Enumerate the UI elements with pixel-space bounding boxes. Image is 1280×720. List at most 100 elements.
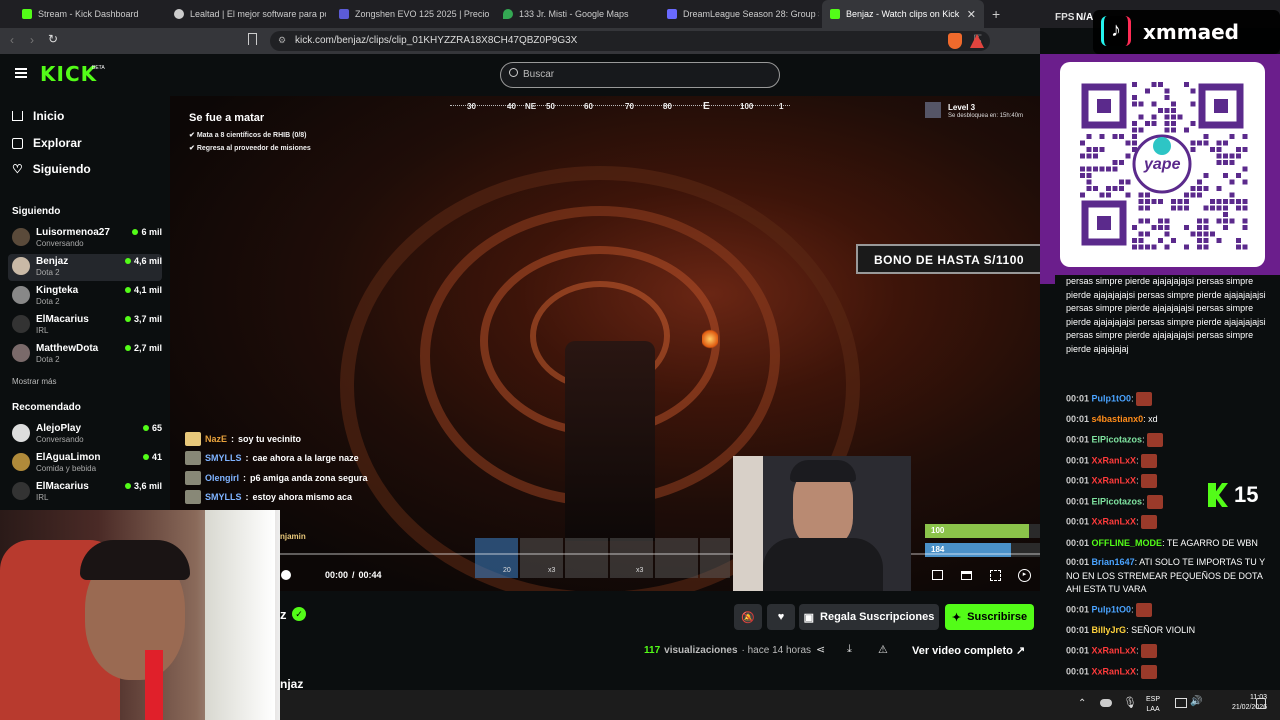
following-channel[interactable]: MatthewDota Dota 2 2,7 mil — [8, 341, 162, 368]
level-badge-icon — [925, 102, 941, 118]
tiktok-overlay: ♪ xmmaed — [1093, 10, 1280, 54]
settings-icon[interactable]: ▸ — [1018, 569, 1031, 582]
chat-username[interactable]: XxRanLxX — [1092, 645, 1137, 655]
tab-title: Lealtad | El mejor software para pote — [190, 9, 326, 19]
viewer-count: 3,7 mil — [124, 314, 162, 324]
microphone — [145, 650, 163, 720]
browser-tab-active[interactable]: Benjaz - Watch clips on Kick ✕ — [822, 0, 984, 28]
tray-chevron-icon[interactable]: ⌃ — [1078, 698, 1086, 709]
qr-module — [1086, 166, 1092, 172]
qr-module — [1164, 95, 1170, 100]
url-field[interactable]: ⚙ kick.com/benjaz/clips/clip_01KHYZZRA18… — [270, 31, 990, 51]
site-info-icon[interactable]: ⚙ — [278, 35, 286, 46]
brave-shield-icon[interactable] — [948, 33, 962, 49]
new-tab-icon[interactable]: + — [992, 6, 1000, 22]
qr-module — [1164, 121, 1170, 126]
qr-module — [1145, 244, 1150, 250]
kick-logo[interactable]: KICK — [40, 62, 97, 86]
sidebar-nav-following[interactable]: ♡ Siguiendo — [12, 162, 91, 176]
chat-username[interactable]: Pulp1tO0 — [1092, 604, 1132, 614]
viewer-count: 4,6 mil — [124, 256, 162, 266]
avatar — [12, 344, 30, 362]
show-more-link[interactable]: Mostrar más — [12, 377, 56, 386]
seek-bar[interactable] — [280, 553, 1040, 555]
browser-tab[interactable]: DreamLeague Season 28: Group Stag — [659, 0, 819, 28]
compass-mark: 100 — [740, 102, 754, 111]
qr-module — [1151, 199, 1157, 204]
chat-username[interactable]: XxRanLxX — [1092, 516, 1137, 526]
chat-username[interactable]: XxRanLxX — [1092, 455, 1137, 465]
watch-full-link[interactable]: Ver video completo ↗ — [912, 644, 1025, 657]
chat-text: : — [1131, 604, 1134, 615]
chat-username[interactable]: ElPicotazos — [1092, 434, 1143, 444]
chat-timestamp: 00:01 — [1066, 455, 1090, 466]
browser-tab[interactable]: Zongshen EVO 125 2025 | Precio $ 1 — [331, 0, 491, 28]
volume-icon[interactable]: 🔊 — [1190, 696, 1202, 707]
back-icon[interactable]: ‹ — [10, 33, 14, 47]
fullscreen-icon[interactable] — [990, 570, 1001, 581]
following-channel-selected[interactable]: Benjaz Dota 2 4,6 mil — [8, 254, 162, 281]
live-dot-icon — [124, 345, 131, 351]
chat-username[interactable]: Brian1647 — [1092, 557, 1135, 567]
miniplayer-icon[interactable] — [932, 570, 943, 580]
recommended-channel[interactable]: ElMacarius IRL 3,6 mil — [8, 479, 162, 506]
chat-username[interactable]: Pulp1tO0 — [1092, 393, 1132, 403]
browser-tab[interactable]: Stream - Kick Dashboard — [14, 0, 166, 28]
network-icon[interactable] — [1175, 698, 1187, 708]
language-indicator[interactable]: ESP LAA — [1146, 695, 1160, 715]
qr-module — [1164, 114, 1170, 120]
sidebar-nav-home[interactable]: Inicio — [12, 109, 64, 123]
recommended-channel[interactable]: ElAguaLimon Comida y bebida 41 — [8, 450, 162, 477]
follow-button[interactable]: ♥ — [767, 604, 795, 630]
qr-module — [1171, 101, 1176, 107]
qr-module — [1151, 121, 1157, 126]
chat-username[interactable]: XxRanLxX — [1092, 666, 1137, 676]
report-icon[interactable]: ⚠ — [878, 643, 888, 656]
qr-module — [1119, 186, 1124, 191]
qr-module — [1210, 147, 1215, 152]
microphone-icon[interactable]: 🎙 — [1123, 696, 1137, 709]
chat-message: 00:01 s4bastianx0: xd — [1066, 413, 1271, 427]
external-link-icon: ↗ — [1015, 645, 1026, 657]
hotbar-slot — [655, 538, 698, 578]
mute-notifications-button[interactable]: 🔕 — [734, 604, 762, 630]
qr-module — [1190, 121, 1196, 126]
theater-mode-icon[interactable] — [961, 571, 972, 580]
browser-tab[interactable]: 133 Jr. Misti - Google Maps — [495, 0, 655, 28]
qr-module — [1184, 199, 1189, 204]
menu-icon[interactable] — [15, 68, 27, 78]
notifications-icon[interactable] — [1256, 698, 1266, 709]
following-channel[interactable]: Luisormenoa27 Conversando 6 mil — [8, 225, 162, 252]
seek-thumb[interactable] — [281, 570, 291, 580]
qr-module — [1216, 186, 1222, 191]
chat-username[interactable]: XxRanLxX — [1092, 475, 1137, 485]
hotbar-slot — [520, 538, 563, 578]
subscribe-button[interactable]: ✦ Suscribirse — [945, 604, 1034, 630]
following-channel[interactable]: ElMacarius IRL 3,7 mil — [8, 312, 162, 339]
following-channel[interactable]: Kingteka Dota 2 4,1 mil — [8, 283, 162, 310]
chat-username[interactable]: OFFLINE_MODE — [1092, 538, 1163, 548]
cloud-icon[interactable] — [1100, 699, 1112, 707]
download-icon[interactable]: ⤓ — [847, 643, 852, 656]
chat-emote-icon — [1141, 515, 1158, 529]
recommended-heading: Recomendado — [12, 402, 81, 413]
search-input[interactable]: Buscar — [500, 62, 780, 88]
gift-subs-button[interactable]: ▣ Regala Suscripciones — [799, 604, 939, 630]
chat-username[interactable]: s4bastianx0 — [1092, 414, 1144, 424]
compass-mark: NE — [525, 102, 537, 111]
recommended-channel[interactable]: AlejoPlay Conversando 65 — [8, 421, 162, 448]
chat-username[interactable]: BillyJrG — [1092, 625, 1127, 635]
share-icon[interactable]: ⋖ — [816, 643, 825, 656]
qr-module — [1216, 153, 1222, 159]
sidebar-nav-explore[interactable]: Explorar — [12, 136, 82, 150]
reload-icon[interactable]: ↻ — [48, 32, 58, 46]
bookmark-icon[interactable] — [248, 33, 257, 45]
following-heading: Siguiendo — [12, 206, 61, 217]
close-tab-icon[interactable]: ✕ — [967, 8, 976, 21]
chat-username[interactable]: ElPicotazos — [1092, 496, 1143, 506]
qr-module — [1190, 147, 1196, 152]
forward-icon[interactable]: › — [30, 33, 34, 47]
qr-module — [1203, 173, 1209, 178]
browser-tab[interactable]: Lealtad | El mejor software para pote — [166, 0, 326, 28]
streamer-name-partial[interactable]: z — [280, 607, 287, 622]
